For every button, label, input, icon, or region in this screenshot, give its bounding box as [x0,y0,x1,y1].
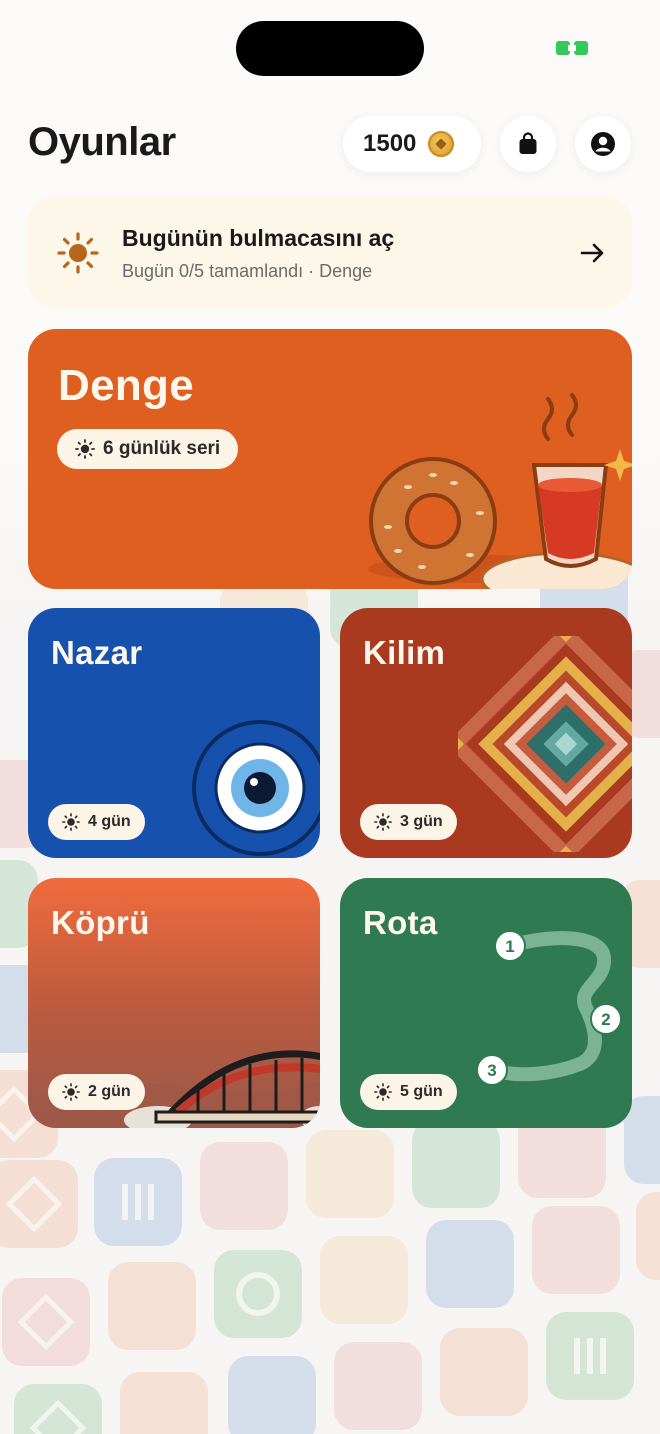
game-card-rota[interactable]: Rota 1 2 3 5 gün [340,878,632,1128]
nazar-eye-illustration [192,720,320,856]
game-title: Nazar [51,634,143,671]
streak-badge: 6 günlük seri [57,429,239,469]
streak-badge: 2 gün [48,1074,145,1110]
game-title: Denge [58,361,194,410]
simit-tea-illustration [368,393,632,589]
battery-icon [556,41,588,55]
profile-button[interactable] [575,116,631,172]
streak-badge: 4 gün [48,804,145,840]
profile-icon [591,132,615,156]
sun-icon [62,813,80,831]
kilim-pattern-illustration [458,636,632,852]
svg-text:3: 3 [487,1061,496,1080]
route-point-3: 3 [476,1054,508,1086]
coin-balance: 1500 [363,130,417,157]
coin-balance-button[interactable]: 1500 [343,116,481,172]
daily-puzzle-banner[interactable]: Bugünün bulmacasını aç Bugün 0/5 tamamla… [28,197,632,307]
game-title: Kilim [363,634,446,671]
daily-puzzle-title: Bugünün bulmacasını aç [122,225,395,251]
sun-icon [57,232,99,274]
route-point-2: 2 [590,1003,622,1035]
game-card-nazar[interactable]: Nazar 4 gün [28,608,320,858]
game-card-denge[interactable]: Denge 6 günlük seri [28,329,632,589]
bag-icon [519,132,537,154]
streak-label: 5 gün [400,1083,443,1100]
coin-icon [428,131,455,157]
streak-label: 2 gün [88,1083,131,1100]
streak-badge: 5 gün [360,1074,457,1110]
sun-icon [374,813,392,831]
shop-button[interactable] [500,116,556,172]
route-point-1: 1 [494,930,526,962]
page-title: Oyunlar [28,120,176,164]
sun-icon [374,1083,392,1101]
sun-icon [75,439,95,459]
streak-badge: 3 gün [360,804,457,840]
game-card-kilim[interactable]: Kilim 3 gün [340,608,632,858]
arrow-right-icon [580,243,604,263]
daily-puzzle-progress: Bugün 0/5 tamamlandı · Denge [122,261,373,281]
svg-text:1: 1 [505,937,514,956]
bridge-illustration [28,1050,320,1128]
game-card-kopru[interactable]: Köprü 2 gün [28,878,320,1128]
svg-text:2: 2 [601,1010,610,1029]
sun-icon [62,1083,80,1101]
game-title: Köprü [51,904,150,941]
dynamic-island [236,21,424,76]
streak-label: 3 gün [400,813,443,830]
streak-label: 4 gün [88,813,131,830]
streak-label: 6 günlük seri [103,438,221,459]
